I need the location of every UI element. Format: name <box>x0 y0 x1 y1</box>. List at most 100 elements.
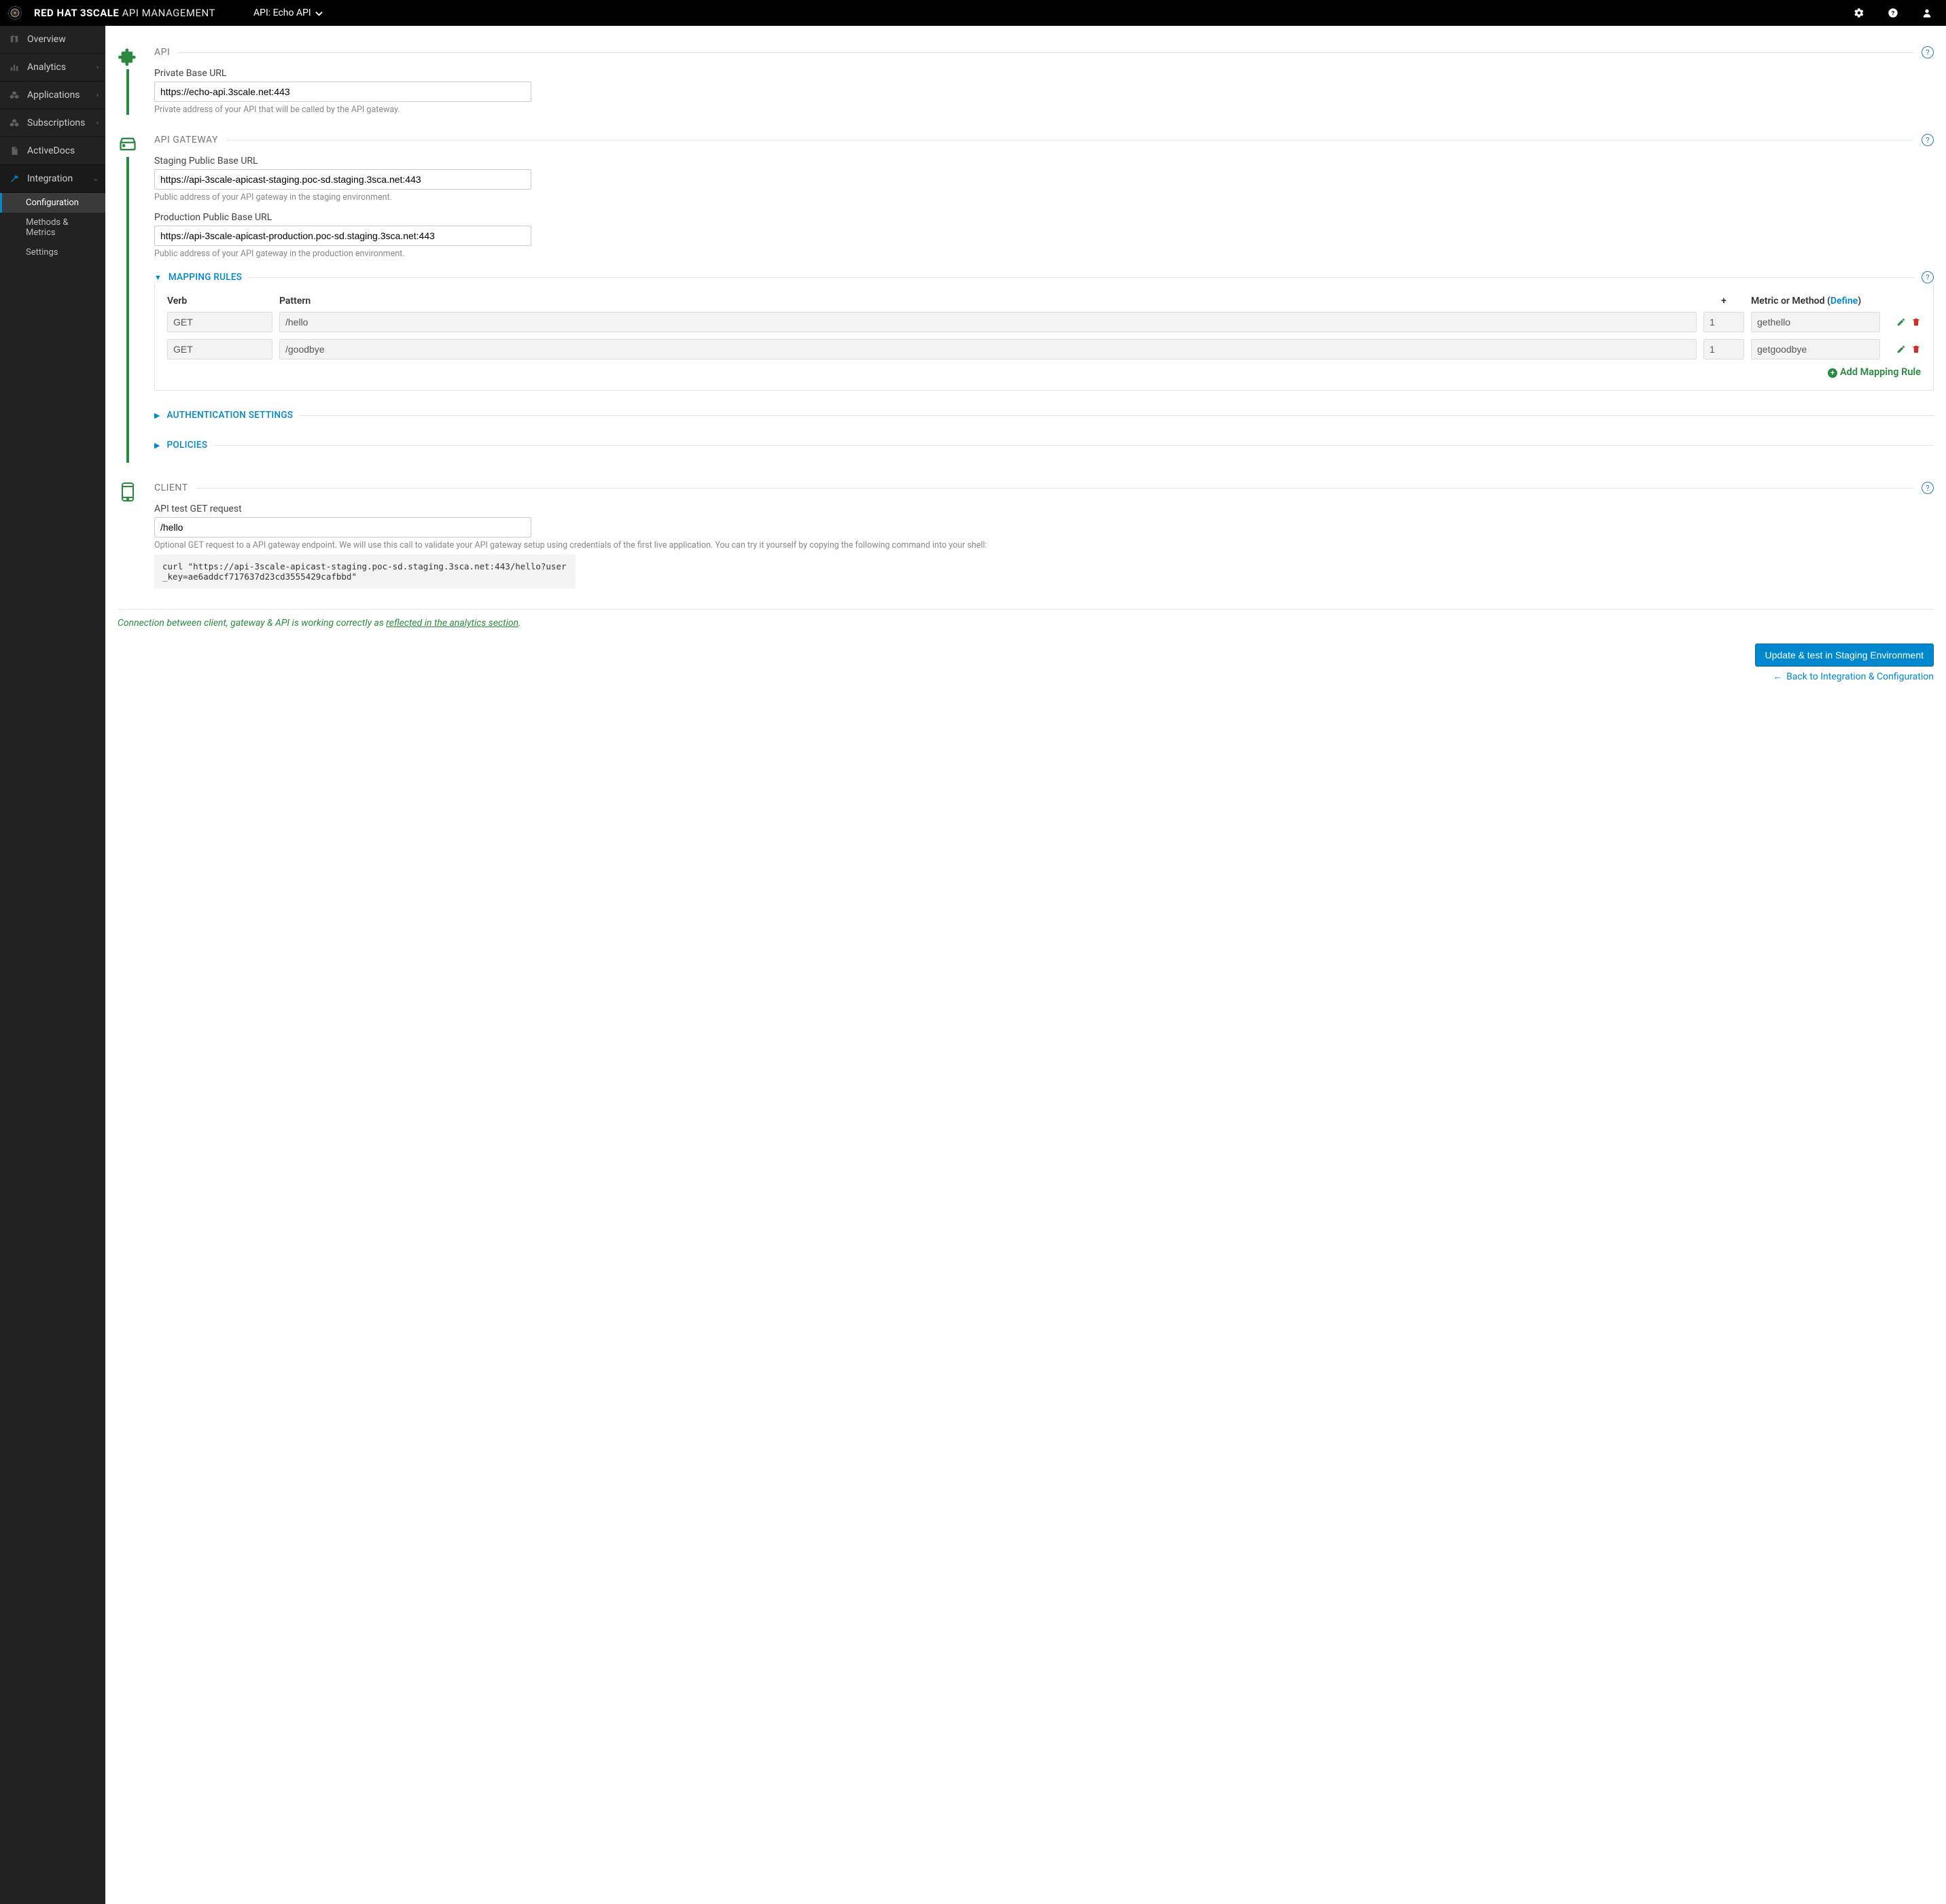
caret-right-icon: ▶ <box>154 411 160 420</box>
rule-verb-input[interactable] <box>167 312 272 332</box>
field-label: API test GET request <box>154 504 1934 514</box>
svg-text:?: ? <box>1892 10 1895 17</box>
rule-delta-input[interactable] <box>1703 312 1744 332</box>
mapping-rule-row <box>167 339 1921 359</box>
server-icon <box>118 134 138 154</box>
col-header-pattern: Pattern <box>279 296 1697 306</box>
trash-icon[interactable] <box>1911 345 1921 354</box>
brand-title: RED HAT 3SCALE API MANAGEMENT <box>34 7 215 19</box>
sidebar-item-activedocs[interactable]: ActiveDocs <box>0 137 105 165</box>
sidebar-label: Subscriptions <box>27 118 85 128</box>
field-hint: Optional GET request to a API gateway en… <box>154 540 1934 550</box>
edit-icon[interactable] <box>1896 345 1906 354</box>
section-client: CLIENT ? API test GET request Optional G… <box>118 482 1934 588</box>
rule-pattern-input[interactable] <box>279 312 1697 332</box>
section-title: API GATEWAY <box>154 135 218 145</box>
sidebar-label: Applications <box>27 90 80 101</box>
sidebar-item-applications[interactable]: Applications › <box>0 82 105 109</box>
sidebar-sub-methods[interactable]: Methods & Metrics <box>0 213 105 243</box>
col-header-verb: Verb <box>167 296 272 306</box>
sidebar: Overview Analytics › Applications › Subs… <box>0 26 105 1904</box>
cubes-icon <box>10 90 20 100</box>
sidebar-item-analytics[interactable]: Analytics › <box>0 54 105 82</box>
back-link[interactable]: ← Back to Integration & Configuration <box>1773 671 1934 682</box>
help-icon[interactable]: ? <box>1922 482 1934 494</box>
chevron-down-icon <box>315 10 323 17</box>
caret-down-icon: ▼ <box>154 273 162 282</box>
chevron-right-icon: › <box>96 64 99 71</box>
api-switcher[interactable]: API: Echo API <box>253 7 323 18</box>
chart-icon <box>10 63 20 72</box>
sidebar-item-overview[interactable]: Overview <box>0 26 105 54</box>
brand-bold: RED HAT 3SCALE <box>34 7 119 19</box>
field-hint: Private address of your API that will be… <box>154 105 1934 115</box>
main-content: API ? Private Base URL Private address o… <box>105 26 1946 1904</box>
curl-command: curl "https://api-3scale-apicast-staging… <box>154 554 576 588</box>
sidebar-sub-settings[interactable]: Settings <box>0 243 105 262</box>
analytics-link[interactable]: reflected in the analytics section <box>386 618 518 629</box>
help-icon[interactable]: ? <box>1922 46 1934 58</box>
field-label: Private Base URL <box>154 68 1934 79</box>
collapsible-label: AUTHENTICATION SETTINGS <box>166 410 293 421</box>
update-test-button[interactable]: Update & test in Staging Environment <box>1755 644 1934 667</box>
help-icon[interactable]: ? <box>1882 7 1904 18</box>
trash-icon[interactable] <box>1911 317 1921 327</box>
puzzle-icon <box>118 46 138 67</box>
brand-light: API MANAGEMENT <box>122 7 215 19</box>
api-switcher-label: API: Echo API <box>253 7 311 18</box>
wrench-icon <box>10 174 20 183</box>
policies-toggle[interactable]: ▶ POLICIES <box>154 440 1934 451</box>
collapsible-label: MAPPING RULES <box>169 272 242 283</box>
cubes-icon <box>10 118 20 128</box>
topbar: RED HAT 3SCALE API MANAGEMENT API: Echo … <box>0 0 1946 26</box>
production-url-input[interactable] <box>154 226 531 246</box>
section-title: API <box>154 47 170 58</box>
doc-icon <box>10 146 20 156</box>
mapping-rules-toggle[interactable]: ▼ MAPPING RULES ? <box>154 271 1934 283</box>
field-label: Production Public Base URL <box>154 212 1934 223</box>
user-icon[interactable] <box>1916 7 1938 18</box>
sidebar-item-integration[interactable]: Integration ⌄ <box>0 165 105 193</box>
map-icon <box>10 35 20 44</box>
help-icon[interactable]: ? <box>1922 271 1934 283</box>
rule-verb-input[interactable] <box>167 339 272 359</box>
section-title: CLIENT <box>154 482 188 493</box>
col-header-plus: + <box>1703 296 1744 306</box>
mobile-icon <box>118 482 138 502</box>
field-hint: Public address of your API gateway in th… <box>154 249 1934 259</box>
arrow-left-icon: ← <box>1773 671 1782 682</box>
rule-delta-input[interactable] <box>1703 339 1744 359</box>
sidebar-label: Overview <box>27 34 66 45</box>
rule-metric-input[interactable] <box>1751 312 1880 332</box>
add-mapping-rule-button[interactable]: +Add Mapping Rule <box>167 366 1921 378</box>
auth-settings-toggle[interactable]: ▶ AUTHENTICATION SETTINGS <box>154 410 1934 421</box>
section-api: API ? Private Base URL Private address o… <box>118 46 1934 115</box>
field-hint: Public address of your API gateway in th… <box>154 192 1934 202</box>
field-label: Staging Public Base URL <box>154 156 1934 166</box>
brand-logo-icon <box>8 6 22 20</box>
mapping-rules-section: ▼ MAPPING RULES ? Verb Pattern + <box>154 271 1934 391</box>
collapsible-label: POLICIES <box>166 440 207 451</box>
chevron-right-icon: › <box>96 120 99 127</box>
api-test-request-input[interactable] <box>154 517 531 537</box>
private-base-url-input[interactable] <box>154 82 531 102</box>
edit-icon[interactable] <box>1896 317 1906 327</box>
sidebar-sub-configuration[interactable]: Configuration <box>0 193 105 213</box>
rule-metric-input[interactable] <box>1751 339 1880 359</box>
mapping-rule-row <box>167 312 1921 332</box>
caret-right-icon: ▶ <box>154 441 160 450</box>
connection-status: Connection between client, gateway & API… <box>118 618 1934 629</box>
help-icon[interactable]: ? <box>1922 134 1934 146</box>
chevron-right-icon: › <box>96 92 99 99</box>
rule-pattern-input[interactable] <box>279 339 1697 359</box>
define-link[interactable]: Define <box>1830 296 1858 306</box>
section-gateway: API GATEWAY ? Staging Public Base URL Pu… <box>118 134 1934 463</box>
col-header-metric: Metric or Method (Define) <box>1751 296 1880 306</box>
settings-gear-icon[interactable] <box>1848 7 1870 18</box>
sidebar-label: ActiveDocs <box>27 145 75 156</box>
staging-url-input[interactable] <box>154 169 531 190</box>
sidebar-item-subscriptions[interactable]: Subscriptions › <box>0 109 105 137</box>
sidebar-label: Analytics <box>27 62 66 73</box>
plus-circle-icon: + <box>1828 368 1837 378</box>
sidebar-label: Integration <box>27 173 73 184</box>
